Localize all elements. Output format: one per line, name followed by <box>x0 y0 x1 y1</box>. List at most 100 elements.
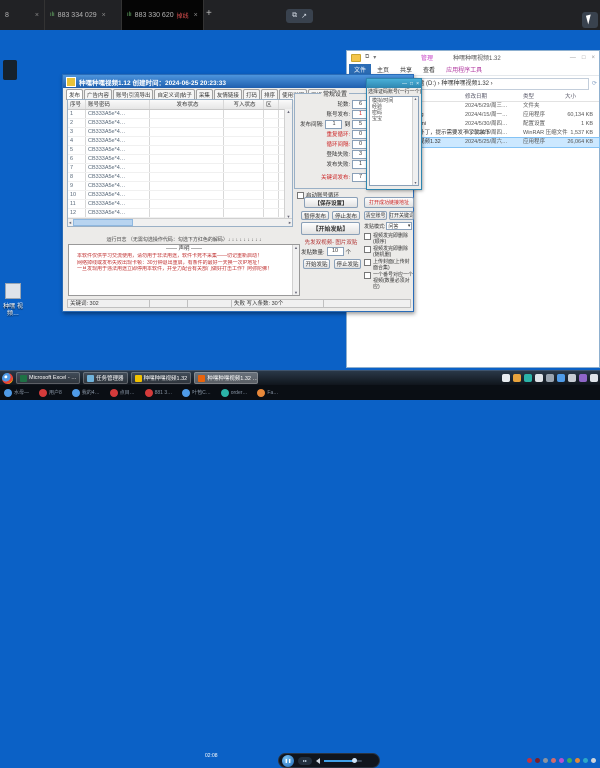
table-vscrollbar[interactable]: ▲ ▼ <box>284 109 292 219</box>
minimize-button[interactable]: — <box>570 55 576 61</box>
column-header-size[interactable]: 大小 <box>565 92 576 100</box>
taskbar-task-button[interactable]: 种嘿种嘿视频1.32 <box>131 372 192 384</box>
post-mode-select[interactable]: 问答 ▾ <box>386 222 412 230</box>
popup-account-list[interactable]: 模拟/时间经验密码宝宝 ▲ ▼ <box>369 96 419 186</box>
desktop-icon[interactable]: 种嘿 视频… <box>2 283 24 318</box>
header-zone[interactable]: 区 <box>264 100 279 109</box>
checkbox-icon[interactable] <box>364 272 371 279</box>
stop-publish-button[interactable]: 停止发布 <box>332 211 360 220</box>
maximize-button[interactable]: □ <box>410 81 413 87</box>
post-option[interactable]: 上传封面(上传封面合集) <box>364 259 414 271</box>
quick-launch-item[interactable]: 水母— <box>4 389 29 397</box>
quick-launch-item[interactable]: 881 3… <box>145 389 173 397</box>
tray-icon[interactable] <box>583 758 588 763</box>
grid-icon[interactable]: ⧉ <box>292 12 297 20</box>
explorer-ribbon-tab[interactable]: 查看 <box>418 64 440 75</box>
popup-scrollbar[interactable]: ▲ ▼ <box>412 97 418 185</box>
taskbar-task-button[interactable]: 任务管理器 <box>83 372 128 384</box>
settings-input[interactable]: 1 <box>325 120 342 129</box>
tray-icon[interactable] <box>590 374 598 382</box>
header-no[interactable]: 序号 <box>68 100 86 109</box>
maximize-button[interactable]: □ <box>582 55 586 61</box>
manage-contextual-label[interactable]: 管理 <box>421 53 433 62</box>
start-posting-button[interactable]: 开始发贴 <box>303 259 330 269</box>
table-row[interactable]: 11 CB333A5e*4… <box>68 200 292 209</box>
disclaimer-box[interactable]: —— 声明 —— 本软件仅供学习交流使用，请勿用于非法用途，软件卡死不采集——切… <box>68 244 300 296</box>
tray-icon[interactable] <box>535 374 543 382</box>
desktop-icon-dark[interactable] <box>3 60 17 80</box>
post-count-input[interactable]: 10 <box>327 247 344 256</box>
quick-launch-item[interactable]: 用户8 <box>39 389 62 397</box>
checkbox-icon[interactable] <box>364 259 371 266</box>
tray-icon[interactable] <box>591 758 596 763</box>
scroll-down-icon[interactable]: ▼ <box>414 181 417 185</box>
open-success-links-button[interactable]: 打开成功链接地址 <box>364 197 414 208</box>
scroll-left-icon[interactable]: ◄ <box>68 220 72 225</box>
popup-titlebar[interactable]: — □ × <box>367 79 421 88</box>
table-row[interactable]: 10 CB333A5e*4… <box>68 191 292 200</box>
table-row[interactable]: 2 CB333A5e*4… <box>68 119 292 128</box>
table-row[interactable]: 9 CB333A5e*4… <box>68 182 292 191</box>
quick-launch-item[interactable]: Fa… <box>257 389 278 397</box>
close-icon[interactable]: × <box>102 12 106 19</box>
new-tab-button[interactable]: + <box>206 8 212 19</box>
next-button[interactable]: ▸▸ <box>298 757 312 765</box>
scroll-up-icon[interactable]: ▲ <box>294 245 298 250</box>
save-settings-button[interactable]: 【保存设置】 <box>304 197 358 208</box>
table-row[interactable]: 12 CB333A5e*4… <box>68 209 292 218</box>
table-row[interactable]: 4 CB333A5e*4… <box>68 137 292 146</box>
refresh-icon[interactable]: ⟳ <box>592 80 597 87</box>
tray-icon[interactable] <box>568 374 576 382</box>
column-header-type[interactable]: 类型 <box>523 92 534 100</box>
table-row[interactable]: 7 CB333A5e*4… <box>68 164 292 173</box>
table-hscrollbar[interactable]: ◄ ► <box>68 218 292 226</box>
close-button[interactable]: × <box>591 55 595 61</box>
start-post-button[interactable]: 【开始发贴】 <box>301 222 360 235</box>
close-icon[interactable]: × <box>194 12 198 19</box>
browser-tab-active[interactable]: ılı 883 330 620 掉线 × <box>122 0 204 30</box>
tray-icon[interactable] <box>557 374 565 382</box>
volume-slider[interactable] <box>324 760 362 762</box>
checkbox-icon[interactable] <box>297 192 304 199</box>
disclaimer-scrollbar[interactable]: ▲ ▼ <box>292 245 299 295</box>
tray-icon[interactable] <box>559 758 564 763</box>
quick-launch-item[interactable]: order… <box>221 389 248 397</box>
scroll-up-icon[interactable]: ▲ <box>287 109 291 114</box>
remote-cursor-button[interactable] <box>582 12 598 28</box>
tray-icon[interactable] <box>502 374 510 382</box>
table-row[interactable]: 6 CB333A5e*4… <box>68 155 292 164</box>
taskbar-task-button[interactable]: Microsoft Excel - … <box>16 372 80 384</box>
browser-tab[interactable]: ılı 883 334 029 × <box>45 0 122 30</box>
tray-icon[interactable] <box>535 758 540 763</box>
quick-access-icon[interactable]: ⧉ <box>365 54 369 61</box>
volume-thumb[interactable] <box>352 758 357 763</box>
header-publish-status[interactable]: 发布状态 <box>150 100 224 109</box>
table-row[interactable]: 3 CB333A5e*4… <box>68 128 292 137</box>
checkbox-icon[interactable] <box>364 233 371 240</box>
start-button-icon[interactable] <box>2 373 13 384</box>
tray-icon[interactable] <box>567 758 572 763</box>
hscroll-thumb[interactable] <box>73 219 133 226</box>
quick-launch-item[interactable]: 叶苞C… <box>182 389 211 397</box>
table-row[interactable]: 1 CB333A5e*4… <box>68 110 292 119</box>
minimize-button[interactable]: — <box>402 81 407 87</box>
quick-access-dropdown-icon[interactable]: ▾ <box>373 54 376 61</box>
floating-toolbar[interactable]: ⧉ ↗ <box>286 9 313 23</box>
table-row[interactable]: 5 CB333A5e*4… <box>68 146 292 155</box>
pause-publish-button[interactable]: 暂停发布 <box>301 211 329 220</box>
popup-list-item[interactable]: 宝宝 <box>372 116 412 122</box>
arrow-icon[interactable]: ↗ <box>301 12 307 20</box>
tray-icon[interactable] <box>543 758 548 763</box>
post-option[interactable]: 视频发完即删除(随机删) <box>364 246 414 258</box>
post-option[interactable]: 一个番号对应一个视频(数量必须对应) <box>364 272 414 290</box>
header-account[interactable]: 账号密码 <box>86 100 150 109</box>
tray-icon[interactable] <box>527 758 532 763</box>
scroll-down-icon[interactable]: ▼ <box>294 290 298 295</box>
app-titlebar[interactable]: 种嘿种嘿视频1.12 创建时间：2024-06-25 20:23:33 <box>63 75 413 88</box>
clear-accounts-button[interactable]: 清空账号 <box>364 211 387 220</box>
close-icon[interactable]: × <box>35 12 39 19</box>
tray-icon[interactable] <box>546 374 554 382</box>
tray-icon[interactable] <box>513 374 521 382</box>
play-pause-button[interactable]: ❚❚ <box>282 755 294 767</box>
post-option[interactable]: 视频发完即删除(顺序) <box>364 233 414 245</box>
